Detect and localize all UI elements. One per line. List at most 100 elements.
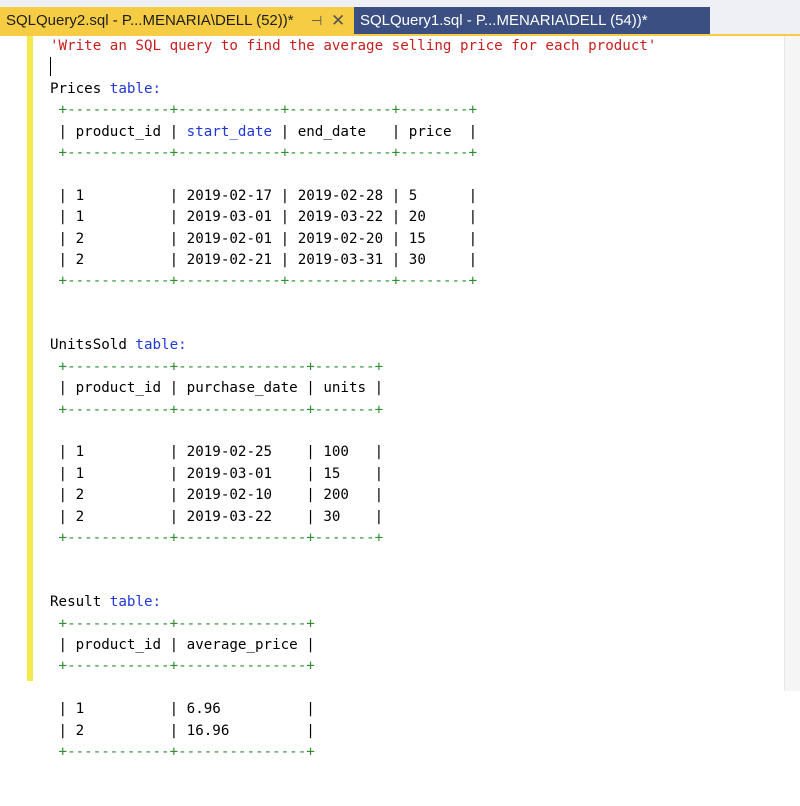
vertical-scrollbar[interactable] bbox=[784, 36, 800, 691]
table-pipe: | bbox=[468, 123, 478, 140]
result-table-header-row: | product_id | average_price | bbox=[50, 635, 656, 656]
table-pipe: | bbox=[306, 487, 315, 504]
table-cell: 2 bbox=[67, 230, 170, 247]
table-pipe: | bbox=[169, 722, 179, 739]
table-border: +------------+---------------+-------+ bbox=[50, 358, 384, 375]
table-pipe: | bbox=[468, 251, 478, 268]
empty-line bbox=[50, 763, 656, 784]
table-cell: 200 bbox=[314, 487, 375, 504]
table-cell: 2 bbox=[67, 508, 170, 525]
tab-title: SQLQuery1.sql - P...MENARIA\DELL (54))* bbox=[360, 12, 648, 29]
table-border: +------------+------------+------------+… bbox=[50, 144, 478, 161]
unitssold-table-rule: +------------+---------------+-------+ bbox=[50, 400, 656, 421]
table-cell: 5 bbox=[400, 187, 469, 204]
table-row: | 2 | 2019-02-10 | 200 | bbox=[50, 485, 656, 506]
table-pipe: | bbox=[391, 251, 401, 268]
pin-icon[interactable]: ⊣ bbox=[311, 7, 322, 34]
table-pipe: | bbox=[280, 123, 290, 140]
table-pipe: | bbox=[391, 187, 401, 204]
table-pipe: | bbox=[169, 251, 179, 268]
unitssold-table-caption: UnitsSold table: bbox=[50, 335, 656, 356]
table-pipe: | bbox=[169, 230, 179, 247]
text-caret bbox=[50, 57, 51, 76]
tab-sqlquery2[interactable]: SQLQuery2.sql - P...MENARIA\DELL (52))* … bbox=[0, 7, 354, 34]
table-pipe: | bbox=[374, 465, 384, 482]
column-header: product_id bbox=[67, 636, 170, 653]
column-header: average_price bbox=[178, 636, 307, 653]
table-cell: 1 bbox=[67, 444, 170, 461]
prices-table-caption: Prices table: bbox=[50, 79, 656, 100]
table-pipe: | bbox=[374, 380, 384, 397]
table-pipe: | bbox=[306, 508, 315, 525]
table-pipe: | bbox=[306, 465, 315, 482]
table-pipe: | bbox=[169, 444, 179, 461]
table-row: | 1 | 2019-03-01 | 2019-03-22 | 20 | bbox=[50, 207, 656, 228]
empty-line bbox=[50, 549, 656, 570]
result-table-caption: Result table: bbox=[50, 592, 656, 613]
table-cell: 1 bbox=[67, 465, 170, 482]
table-cell: 2019-02-21 bbox=[178, 251, 281, 268]
tab-sqlquery1[interactable]: SQLQuery1.sql - P...MENARIA\DELL (54))* bbox=[354, 7, 710, 34]
prices-table-caption-keyword: table: bbox=[109, 80, 162, 97]
table-pipe: | bbox=[50, 508, 68, 525]
table-cell: 2 bbox=[67, 722, 170, 739]
table-cell: 2019-02-25 bbox=[178, 444, 307, 461]
table-pipe: | bbox=[280, 251, 290, 268]
table-cell: 2 bbox=[67, 251, 170, 268]
table-pipe: | bbox=[169, 123, 179, 140]
result-table-caption-keyword: table: bbox=[109, 594, 162, 611]
comment-line: 'Write an SQL query to find the average … bbox=[50, 38, 657, 54]
table-cell: 2 bbox=[67, 487, 170, 504]
table-pipe: | bbox=[468, 230, 478, 247]
unitssold-table-caption-keyword: table: bbox=[135, 337, 187, 354]
table-pipe: | bbox=[169, 508, 179, 525]
table-pipe: | bbox=[306, 701, 315, 718]
table-cell: 2019-03-01 bbox=[178, 209, 281, 226]
table-border: +------------+------------+------------+… bbox=[50, 102, 478, 119]
table-pipe: | bbox=[391, 123, 401, 140]
table-cell: 6.96 bbox=[178, 701, 307, 718]
table-cell: 1 bbox=[67, 187, 170, 204]
unitssold-table-rule: +------------+---------------+-------+ bbox=[50, 357, 656, 378]
table-cell: 30 bbox=[314, 508, 375, 525]
prices-table-rule: +------------+------------+------------+… bbox=[50, 271, 656, 292]
table-row: | 1 | 2019-02-17 | 2019-02-28 | 5 | bbox=[50, 186, 656, 207]
table-row: | 2 | 16.96 | bbox=[50, 721, 656, 742]
table-pipe: | bbox=[50, 487, 68, 504]
table-pipe: | bbox=[50, 701, 68, 718]
empty-line bbox=[50, 57, 656, 78]
table-pipe: | bbox=[169, 636, 179, 653]
table-row: | 1 | 2019-03-01 | 15 | bbox=[50, 464, 656, 485]
table-pipe: | bbox=[50, 187, 68, 204]
close-icon[interactable]: ✕ bbox=[331, 7, 345, 34]
prices-table-rule: +------------+------------+------------+… bbox=[50, 100, 656, 121]
result-table-rule: +------------+---------------+ bbox=[50, 614, 656, 635]
empty-line bbox=[50, 785, 656, 806]
table-row: | 2 | 2019-03-22 | 30 | bbox=[50, 507, 656, 528]
result-table-rule: +------------+---------------+ bbox=[50, 656, 656, 677]
table-border: +------------+---------------+-------+ bbox=[50, 529, 384, 546]
table-cell: 16.96 bbox=[178, 722, 307, 739]
prices-table-header-row: | product_id | start_date | end_date | p… bbox=[50, 122, 656, 143]
table-pipe: | bbox=[50, 251, 68, 268]
unitssold-table-header-row: | product_id | purchase_date | units | bbox=[50, 378, 656, 399]
unitssold-table-caption-name: UnitsSold bbox=[50, 337, 136, 354]
column-header: product_id bbox=[67, 380, 170, 397]
table-pipe: | bbox=[50, 209, 68, 226]
table-pipe: | bbox=[391, 230, 401, 247]
table-cell: 1 bbox=[67, 701, 170, 718]
result-table-caption-name: Result bbox=[50, 594, 110, 611]
table-pipe: | bbox=[50, 465, 68, 482]
table-pipe: | bbox=[50, 123, 68, 140]
editor-margin bbox=[0, 36, 27, 691]
table-row: | 1 | 2019-02-25 | 100 | bbox=[50, 442, 656, 463]
table-pipe: | bbox=[374, 508, 384, 525]
table-pipe: | bbox=[374, 444, 384, 461]
table-cell: 2019-02-10 bbox=[178, 487, 307, 504]
table-cell: 2019-03-31 bbox=[289, 251, 392, 268]
prices-table-rule: +------------+------------+------------+… bbox=[50, 143, 656, 164]
column-header: product_id bbox=[67, 123, 170, 140]
column-header: units bbox=[314, 380, 375, 397]
table-cell: 15 bbox=[314, 465, 375, 482]
table-pipe: | bbox=[50, 636, 68, 653]
